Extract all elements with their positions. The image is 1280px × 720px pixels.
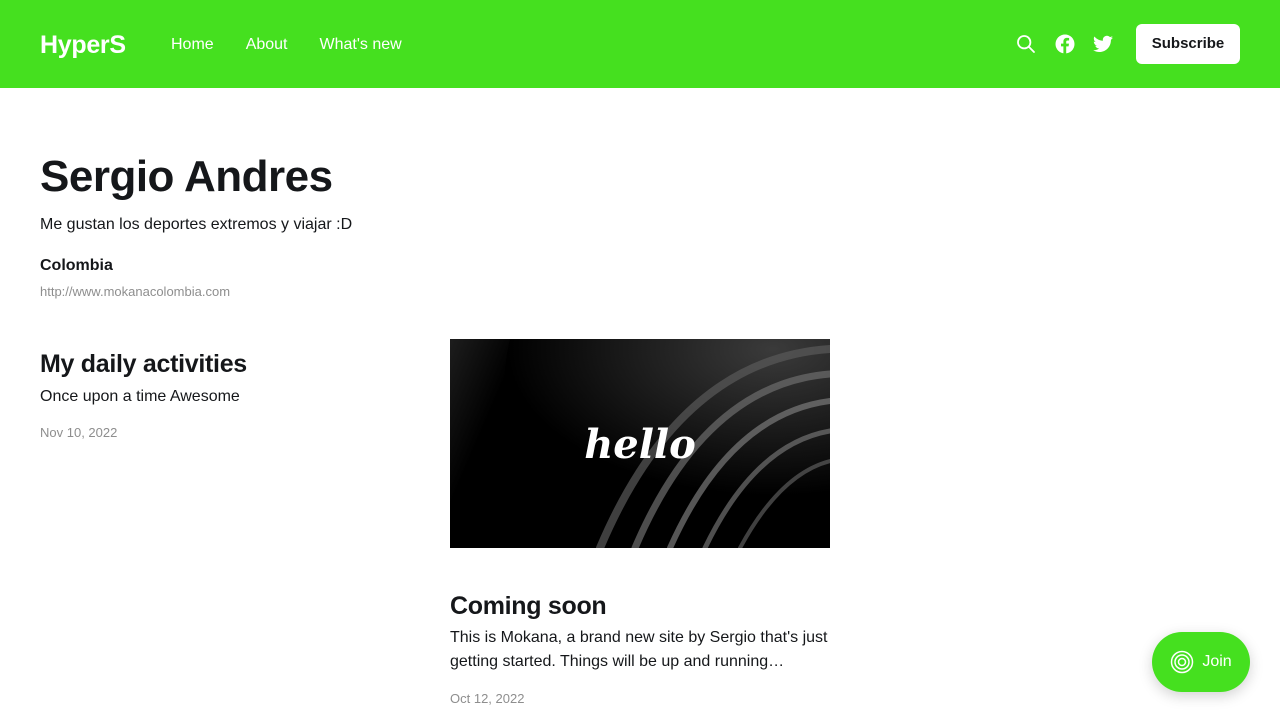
facebook-icon[interactable] (1054, 33, 1076, 55)
author-website-link[interactable]: http://www.mokanacolombia.com (40, 284, 230, 300)
post-excerpt: Once upon a time Awesome (40, 388, 240, 405)
post-card[interactable]: hello Coming soon This is Mokana, a bran… (450, 339, 830, 720)
author-location: Colombia (40, 257, 113, 274)
subscribe-button[interactable]: Subscribe (1136, 24, 1240, 64)
site-header: HyperS Home About What's new Subscribe (0, 0, 1280, 88)
post-title[interactable]: Coming soon (450, 591, 607, 621)
post-feature-image[interactable]: hello (450, 339, 830, 548)
join-label: Join (1202, 653, 1232, 670)
join-button[interactable]: Join (1152, 632, 1250, 692)
post-title[interactable]: My daily activities (40, 349, 247, 379)
author-bio: Me gustan los deportes extremos y viajar… (40, 216, 353, 233)
post-date: Nov 10, 2022 (40, 425, 118, 440)
post-date: Oct 12, 2022 (450, 691, 525, 706)
twitter-icon[interactable] (1092, 33, 1114, 55)
site-logo[interactable]: HyperS (40, 30, 126, 60)
nav-link-whats-new[interactable]: What's new (320, 35, 402, 55)
nav-link-about[interactable]: About (246, 35, 288, 55)
nav-link-home[interactable]: Home (171, 35, 214, 55)
hello-image-text: hello (584, 421, 696, 468)
portal-icon (1170, 650, 1194, 674)
main-nav: Home About What's new (171, 35, 402, 55)
author-name: Sergio Andres (40, 152, 333, 201)
post-card[interactable]: My daily activities Once upon a time Awe… (40, 349, 400, 449)
post-excerpt: This is Mokana, a brand new site by Serg… (450, 629, 828, 670)
search-icon[interactable] (1015, 33, 1037, 55)
